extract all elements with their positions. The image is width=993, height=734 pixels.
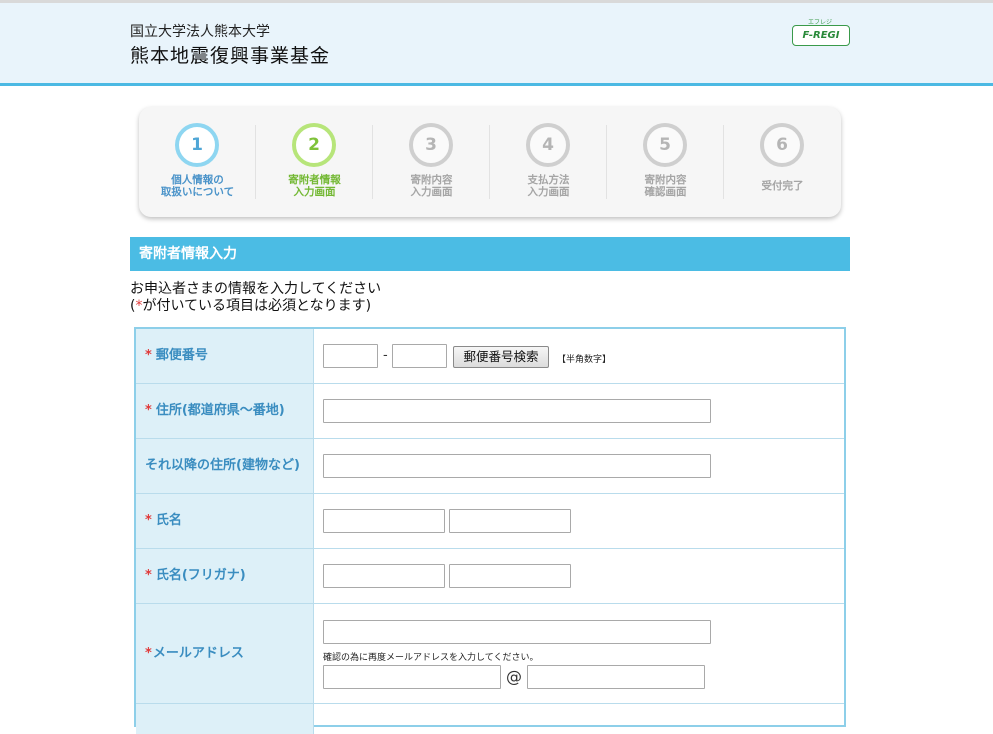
- form-instructions: お申込者さまの情報を入力してください (*が付いている項目は必須となります): [130, 281, 381, 315]
- instructions-line-1: お申込者さまの情報を入力してください: [130, 281, 382, 297]
- email-at-sign: @: [506, 667, 522, 686]
- fund-name: 熊本地震復興事業基金: [130, 45, 331, 67]
- postal-search-button[interactable]: 郵便番号検索: [453, 346, 549, 368]
- section-title: 寄附者情報入力: [130, 237, 850, 271]
- postal-dash: -: [383, 348, 388, 363]
- step-3-circle: 3: [409, 123, 453, 167]
- step-1-circle: 1: [175, 123, 219, 167]
- step-2-label: 寄附者情報 入力画面: [288, 174, 341, 198]
- step-6-circle: 6: [760, 123, 804, 167]
- step-5-label: 寄附内容 確認画面: [644, 174, 687, 198]
- step-4: 4 支払方法 入力画面: [490, 107, 607, 217]
- email-confirm-local-input[interactable]: [323, 665, 501, 689]
- last-name-kana-input[interactable]: [323, 564, 445, 588]
- org-name: 国立大学法人熊本大学: [130, 24, 270, 40]
- instructions-line-2: (*が付いている項目は必須となります): [130, 298, 372, 314]
- step-1-label: 個人情報の 取扱いについて: [160, 174, 235, 198]
- email-confirm-note: 確認の為に再度メールアドレスを入力してください。: [323, 653, 539, 663]
- step-2-circle: 2: [292, 123, 336, 167]
- postal-code-2-input[interactable]: [392, 344, 447, 368]
- postal-hint: 【半角数字】: [557, 355, 612, 365]
- step-4-label: 支払方法 入力画面: [527, 174, 570, 198]
- address1-label: * 住所(都道府県～番地): [136, 384, 314, 438]
- step-6-label: 受付完了: [761, 180, 804, 192]
- email-confirm-domain-input[interactable]: [527, 665, 705, 689]
- last-name-input[interactable]: [323, 509, 445, 533]
- first-name-input[interactable]: [449, 509, 571, 533]
- step-3: 3 寄附内容 入力画面: [373, 107, 490, 217]
- address2-label: それ以降の住所(建物など): [136, 439, 314, 493]
- address1-input[interactable]: [323, 399, 711, 423]
- row-email: * メールアドレス 確認の為に再度メールアドレスを入力してください。 @: [136, 604, 844, 704]
- name-kana-label: * 氏名(フリガナ): [136, 549, 314, 603]
- address2-input[interactable]: [323, 454, 711, 478]
- row-postal: * 郵便番号 - 郵便番号検索 【半角数字】: [136, 329, 844, 384]
- step-5: 5 寄附内容 確認画面: [607, 107, 724, 217]
- postal-code-1-input[interactable]: [323, 344, 378, 368]
- donor-form: * 郵便番号 - 郵便番号検索 【半角数字】 * 住所(都道府県～番地) それ以降の…: [134, 327, 846, 734]
- fregi-logo: F-REGI: [792, 25, 850, 46]
- step-3-label: 寄附内容 入力画面: [410, 174, 453, 198]
- row-next: [136, 704, 844, 734]
- next-row-label: [136, 704, 314, 734]
- email-input[interactable]: [323, 620, 711, 644]
- header-divider: [0, 83, 993, 86]
- first-name-kana-input[interactable]: [449, 564, 571, 588]
- name-label: * 氏名: [136, 494, 314, 548]
- step-6: 6 受付完了: [724, 107, 841, 217]
- site-header: 国立大学法人熊本大学 熊本地震復興事業基金 エフレジ F-REGI: [0, 3, 993, 83]
- progress-steps: 1 個人情報の 取扱いについて 2 寄附者情報 入力画面 3 寄附内容 入力画面 4 …: [139, 107, 841, 217]
- row-name: * 氏名: [136, 494, 844, 549]
- postal-label: * 郵便番号: [136, 329, 314, 383]
- row-address1: * 住所(都道府県～番地): [136, 384, 844, 439]
- row-address2: それ以降の住所(建物など): [136, 439, 844, 494]
- step-5-circle: 5: [643, 123, 687, 167]
- email-label: * メールアドレス: [136, 604, 314, 703]
- row-name-kana: * 氏名(フリガナ): [136, 549, 844, 604]
- step-4-circle: 4: [526, 123, 570, 167]
- step-2: 2 寄附者情報 入力画面: [256, 107, 373, 217]
- step-1: 1 個人情報の 取扱いについて: [139, 107, 256, 217]
